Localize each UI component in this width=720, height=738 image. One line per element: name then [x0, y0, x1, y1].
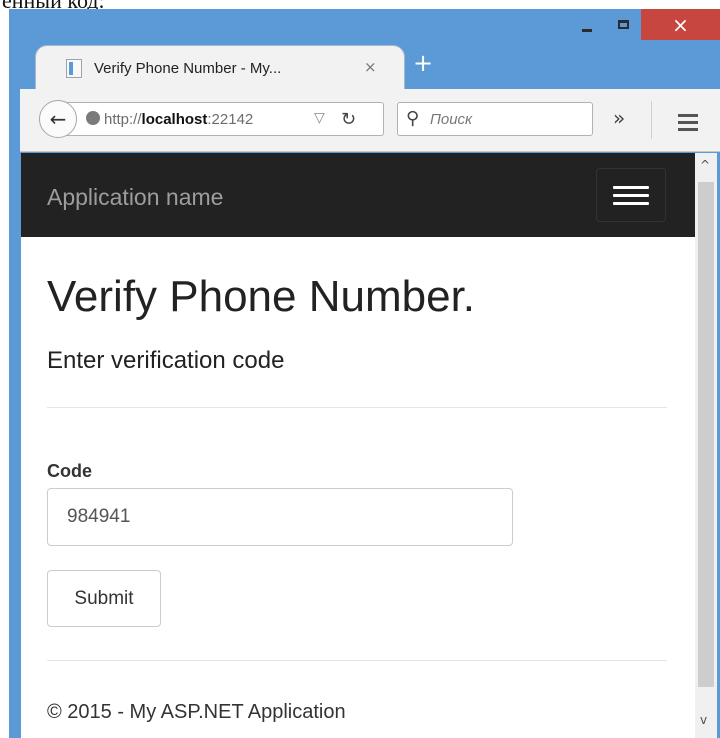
- navbar-toggle-button[interactable]: [596, 168, 666, 222]
- url-text: http://localhost:22142: [104, 111, 292, 128]
- footer-text: © 2015 - My ASP.NET Application: [47, 701, 346, 723]
- tab-title: Verify Phone Number - My...: [94, 60, 282, 77]
- scrollbar-thumb[interactable]: [698, 182, 714, 687]
- brand-link[interactable]: Application name: [47, 184, 223, 211]
- minimize-icon: [582, 28, 592, 32]
- divider: [47, 407, 667, 408]
- back-arrow-icon: ←: [49, 107, 67, 131]
- scroll-up-icon[interactable]: ^: [700, 158, 710, 172]
- footer-divider: [47, 660, 667, 661]
- overflow-chevron-icon[interactable]: »: [613, 106, 625, 130]
- url-host: localhost: [141, 111, 208, 128]
- submit-button[interactable]: Submit: [47, 570, 161, 627]
- window-close-button[interactable]: ×: [641, 9, 720, 40]
- reload-icon[interactable]: ↻: [341, 109, 356, 130]
- new-tab-icon[interactable]: +: [413, 49, 433, 77]
- page-viewport: Application name Verify Phone Number. En…: [21, 153, 695, 738]
- dropdown-arrow-icon[interactable]: ▽: [314, 110, 325, 126]
- search-placeholder: Поиск: [430, 111, 473, 128]
- page-icon: [66, 59, 82, 78]
- scrollbar[interactable]: ^ v: [695, 153, 717, 738]
- hamburger-menu-icon[interactable]: [678, 114, 698, 135]
- browser-tab[interactable]: Verify Phone Number - My... ×: [35, 45, 405, 89]
- search-icon: ⚲: [406, 108, 420, 129]
- document-text-strip: ённый код:: [0, 0, 720, 9]
- maximize-icon: [617, 19, 629, 29]
- browser-toolbar: http://localhost:22142 ▽ ↻ ← ⚲ Поиск »: [20, 89, 720, 152]
- search-box[interactable]: ⚲ Поиск: [397, 102, 593, 136]
- page-subtitle: Enter verification code: [47, 347, 285, 374]
- document-cut-text: ённый код:: [2, 0, 105, 9]
- url-prefix: http://: [104, 111, 142, 128]
- site-navbar: Application name: [21, 153, 695, 237]
- scroll-down-icon[interactable]: v: [700, 713, 707, 727]
- close-icon: ×: [672, 12, 689, 37]
- tab-close-icon[interactable]: ×: [364, 58, 377, 76]
- globe-icon: [86, 111, 100, 125]
- code-input[interactable]: [47, 488, 513, 546]
- page-title: Verify Phone Number.: [47, 272, 476, 321]
- address-bar[interactable]: http://localhost:22142 ▽ ↻: [58, 102, 384, 136]
- code-label: Code: [47, 461, 92, 481]
- maximize-button[interactable]: [605, 9, 641, 39]
- minimize-button[interactable]: [569, 9, 605, 39]
- back-button[interactable]: ←: [39, 100, 77, 138]
- url-suffix: :22142: [207, 111, 254, 128]
- toolbar-divider: [651, 101, 652, 139]
